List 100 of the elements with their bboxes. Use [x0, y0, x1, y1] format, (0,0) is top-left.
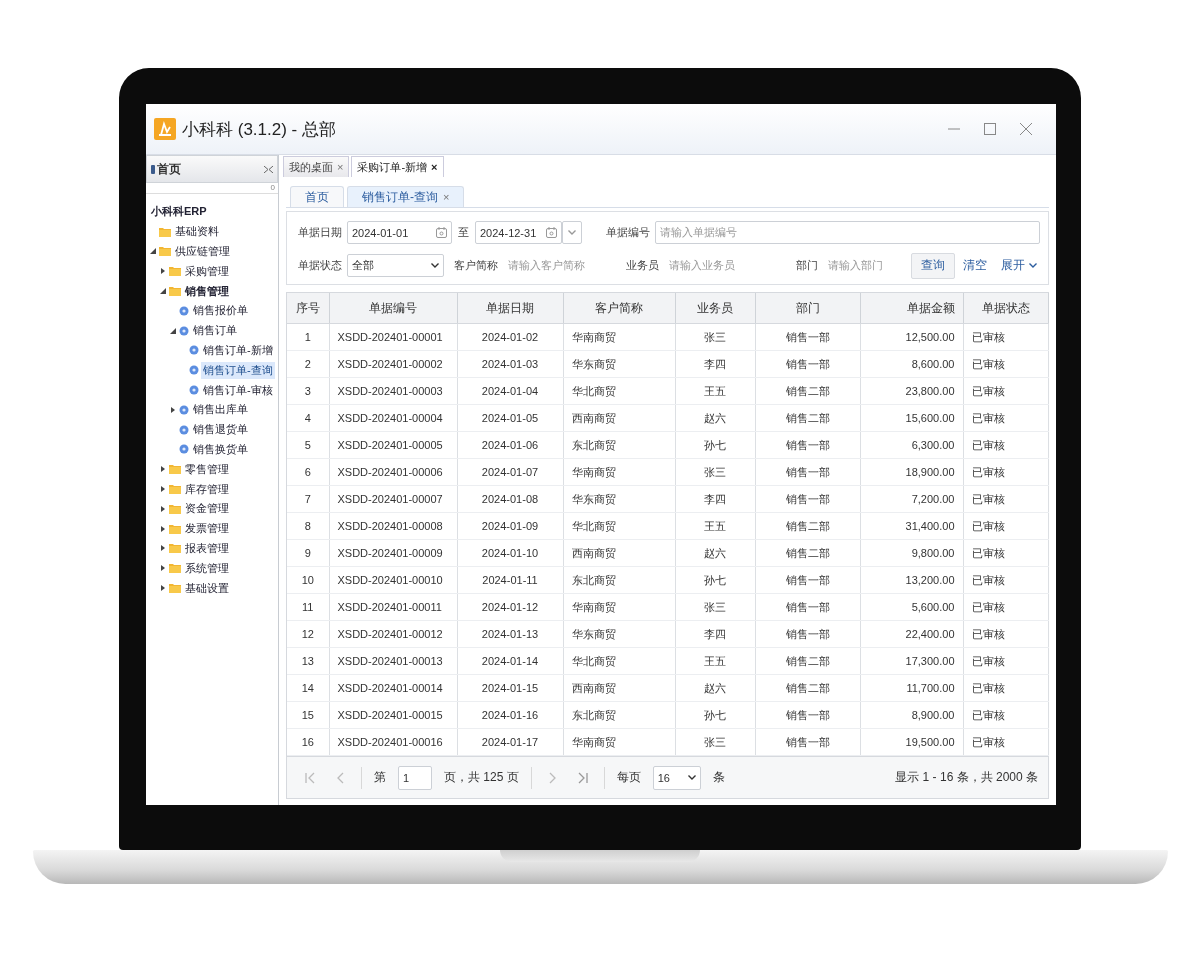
table-cell: 已审核: [963, 539, 1048, 567]
expanded-arrow-icon[interactable]: [169, 326, 177, 335]
tree-item[interactable]: 库存管理: [183, 480, 231, 498]
query-button[interactable]: 查询: [911, 252, 955, 279]
tree-item[interactable]: 报表管理: [183, 539, 231, 557]
tab[interactable]: 我的桌面 ×: [283, 156, 350, 177]
tree-item[interactable]: 发票管理: [183, 520, 231, 538]
tree-item[interactable]: 基础资料: [173, 223, 221, 241]
table-cell: XSDD-202401-00011: [329, 593, 457, 621]
page-count-label: 页，共 125 页: [444, 769, 519, 786]
tree-item[interactable]: 零售管理: [183, 460, 231, 478]
table-cell: 华东商贸: [563, 620, 675, 648]
table-cell: XSDD-202401-00014: [329, 674, 457, 702]
field-label: 部门: [796, 258, 818, 273]
folder-icon: [169, 464, 181, 475]
tree-item[interactable]: 销售管理: [183, 282, 231, 300]
tree-item[interactable]: 采购管理: [183, 262, 231, 280]
table-cell: 东北商贸: [563, 566, 675, 594]
collapsed-arrow-icon[interactable]: [159, 544, 167, 553]
field-label: 单据状态: [298, 258, 342, 273]
date-field[interactable]: 2024-01-01: [347, 221, 452, 244]
tree-item[interactable]: 销售订单-新增: [201, 341, 275, 359]
collapsed-arrow-icon[interactable]: [159, 267, 167, 276]
circle-node-icon: [179, 305, 189, 316]
table-cell: 16: [287, 728, 329, 756]
table-cell: 销售一部: [755, 431, 860, 459]
collapsed-arrow-icon[interactable]: [159, 524, 167, 533]
table-cell: 1: [287, 323, 329, 351]
table-cell: 8,900.00: [860, 701, 963, 729]
expanded-arrow-icon[interactable]: [149, 247, 157, 256]
collapsed-arrow-icon[interactable]: [169, 405, 177, 414]
table-cell: 2024-01-06: [457, 431, 563, 459]
column-header[interactable]: 序号: [287, 293, 329, 324]
table-cell: 已审核: [963, 647, 1048, 675]
column-header[interactable]: 单据日期: [457, 293, 563, 324]
table-cell: 8,600.00: [860, 350, 963, 378]
collapse-icon[interactable]: [264, 165, 273, 173]
tree-item[interactable]: 基础设置: [183, 579, 231, 597]
table-cell: 2024-01-17: [457, 728, 563, 756]
table-cell: 已审核: [963, 593, 1048, 621]
column-header[interactable]: 单据金额: [860, 293, 963, 324]
table-cell: 王五: [675, 512, 755, 540]
tree-item[interactable]: 销售退货单: [191, 421, 250, 439]
table-cell: 已审核: [963, 350, 1048, 378]
tab[interactable]: 销售订单-查询 ×: [347, 186, 465, 207]
tree-item[interactable]: 销售报价单: [191, 302, 250, 320]
table-cell: 销售二部: [755, 647, 860, 675]
column-header[interactable]: 单据编号: [329, 293, 457, 324]
table-cell: 2024-01-07: [457, 458, 563, 486]
table-cell: 张三: [675, 728, 755, 756]
tree-item[interactable]: 销售出库单: [191, 401, 250, 419]
table-cell: 已审核: [963, 728, 1048, 756]
table-cell: 华南商贸: [563, 593, 675, 621]
sidebar-title: 首页: [157, 160, 182, 178]
page-field[interactable]: 1: [398, 765, 432, 790]
table-cell: 已审核: [963, 485, 1048, 513]
column-header[interactable]: 部门: [755, 293, 860, 324]
close-icon[interactable]: ×: [337, 161, 344, 173]
status-select[interactable]: 全部: [347, 254, 444, 277]
calendar-icon[interactable]: [546, 227, 557, 238]
tree-item[interactable]: 资金管理: [183, 500, 231, 518]
close-icon[interactable]: ×: [443, 191, 450, 203]
table-cell: 已审核: [963, 377, 1048, 405]
table-cell: 5,600.00: [860, 593, 963, 621]
collapsed-arrow-icon[interactable]: [159, 465, 167, 474]
tree-item[interactable]: 销售订单-审核: [201, 381, 275, 399]
collapsed-arrow-icon[interactable]: [159, 584, 167, 593]
table-cell: XSDD-202401-00012: [329, 620, 457, 648]
expand-link[interactable]: 展开: [1001, 257, 1037, 274]
column-header[interactable]: 单据状态: [963, 293, 1048, 324]
table-cell: 2: [287, 350, 329, 378]
date-field[interactable]: 2024-12-31: [475, 221, 562, 244]
table-cell: 2024-01-04: [457, 377, 563, 405]
circle-node-icon: [189, 385, 199, 396]
folder-icon: [169, 286, 181, 297]
table-cell: 2024-01-12: [457, 593, 563, 621]
collapsed-arrow-icon[interactable]: [159, 504, 167, 513]
tree-item[interactable]: 销售订单: [191, 322, 239, 340]
table-cell: 销售一部: [755, 701, 860, 729]
table-cell: 已审核: [963, 404, 1048, 432]
column-header[interactable]: 业务员: [675, 293, 755, 324]
page-size-select[interactable]: 16: [652, 765, 701, 790]
table-cell: 已审核: [963, 431, 1048, 459]
tab[interactable]: 采购订单-新增 ×: [351, 156, 444, 177]
tree-item[interactable]: 销售订单-查询: [201, 361, 275, 379]
expanded-arrow-icon[interactable]: [159, 287, 167, 296]
tree-item[interactable]: 小科科ERP: [149, 203, 209, 221]
collapsed-arrow-icon[interactable]: [159, 564, 167, 573]
calendar-icon[interactable]: [436, 227, 447, 238]
clear-link[interactable]: 清空: [963, 257, 987, 274]
tab[interactable]: 首页: [290, 186, 344, 207]
tree-item[interactable]: 供应链管理: [173, 243, 232, 260]
table-cell: 王五: [675, 377, 755, 405]
circle-node-icon: [189, 345, 199, 356]
collapsed-arrow-icon[interactable]: [159, 485, 167, 494]
folder-icon: [159, 226, 171, 237]
close-icon[interactable]: ×: [431, 161, 438, 173]
tree-item[interactable]: 销售换货单: [191, 440, 250, 458]
column-header[interactable]: 客户简称: [563, 293, 675, 324]
tree-item[interactable]: 系统管理: [183, 559, 231, 577]
